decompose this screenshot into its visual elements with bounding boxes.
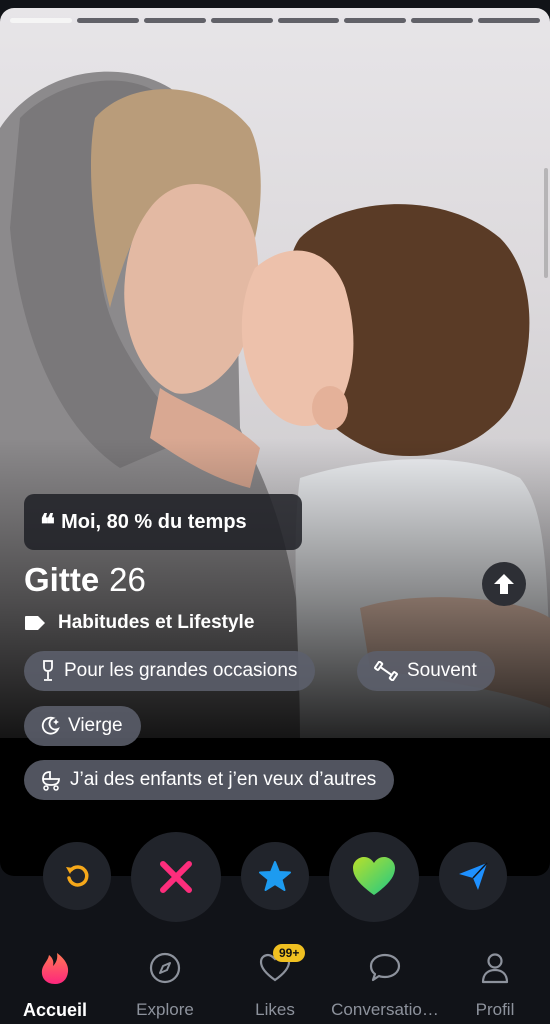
- name-row: Gitte 26: [24, 561, 146, 599]
- dumbbell-icon: [374, 661, 398, 681]
- tab-label: Likes: [255, 1000, 295, 1019]
- chip-label: J’ai des enfants et j’en veux d’autres: [70, 769, 377, 790]
- chat-bubble-icon: [369, 953, 401, 982]
- moon-icon: [41, 716, 60, 735]
- close-icon: [160, 861, 192, 893]
- progress-segment: [210, 18, 273, 23]
- profile-name: Gitte: [24, 561, 100, 598]
- chip-drinking: Pour les grandes occasions: [24, 651, 316, 691]
- flame-icon: [41, 953, 69, 984]
- rewind-button[interactable]: [43, 842, 111, 910]
- progress-segment: [143, 18, 206, 23]
- progress-segment: [411, 18, 474, 23]
- section-label-text: Habitudes et Lifestyle: [58, 612, 255, 633]
- chip-workout: Souvent: [357, 651, 495, 691]
- progress-segment: [10, 18, 72, 23]
- progress-segment: [478, 18, 540, 23]
- tab-likes[interactable]: 99+ Likes: [220, 930, 330, 1024]
- super-like-button[interactable]: [241, 842, 309, 910]
- chip-children: J’ai des enfants et j’en veux d’autres: [24, 760, 395, 800]
- tag-icon: [25, 616, 45, 630]
- bottom-tab-bar: Accueil Explore 99+ Likes Conversatio… P…: [0, 930, 550, 1024]
- chip-zodiac: Vierge: [24, 706, 141, 746]
- action-bar: [0, 832, 550, 922]
- tab-explore[interactable]: Explore: [110, 930, 220, 1024]
- boost-button[interactable]: [439, 842, 507, 910]
- tab-label: Accueil: [22, 1000, 88, 1020]
- like-button[interactable]: [329, 832, 419, 922]
- chip-label: Souvent: [407, 660, 477, 681]
- tab-profil[interactable]: Profil: [440, 930, 550, 1024]
- person-icon: [481, 953, 509, 984]
- paper-plane-icon: [459, 862, 488, 890]
- quote-chip: ❝ Moi, 80 % du temps: [24, 494, 302, 550]
- profile-card[interactable]: ❝ Moi, 80 % du temps Gitte 26 Habitudes …: [0, 8, 550, 876]
- progress-segment: [277, 18, 340, 23]
- arrow-up-icon: [494, 574, 514, 594]
- chip-label: Pour les grandes occasions: [64, 660, 298, 681]
- rewind-icon: [66, 865, 89, 887]
- tab-label: Profil: [475, 1000, 515, 1019]
- scroll-indicator: [544, 168, 548, 278]
- profile-age: 26: [109, 561, 146, 598]
- heart-icon: [353, 857, 395, 895]
- nope-button[interactable]: [131, 832, 221, 922]
- wine-glass-icon: [43, 660, 53, 681]
- photo-progress: [10, 18, 540, 23]
- tab-conversations[interactable]: Conversatio…: [330, 930, 440, 1024]
- quote-icon: ❝: [40, 508, 56, 541]
- likes-badge: 99+: [273, 944, 306, 962]
- tab-label: Conversatio…: [331, 1000, 439, 1019]
- open-profile-button[interactable]: [482, 562, 526, 606]
- star-icon: [259, 861, 291, 891]
- tab-label: Explore: [136, 1000, 194, 1019]
- chip-label: Vierge: [68, 715, 123, 736]
- compass-icon: [149, 952, 181, 984]
- baby-stroller-icon: [42, 771, 60, 791]
- progress-segment: [76, 18, 139, 23]
- progress-segment: [344, 18, 407, 23]
- section-label: Habitudes et Lifestyle: [24, 612, 254, 634]
- quote-text: Moi, 80 % du temps: [61, 510, 247, 533]
- tab-accueil[interactable]: Accueil: [0, 930, 110, 1024]
